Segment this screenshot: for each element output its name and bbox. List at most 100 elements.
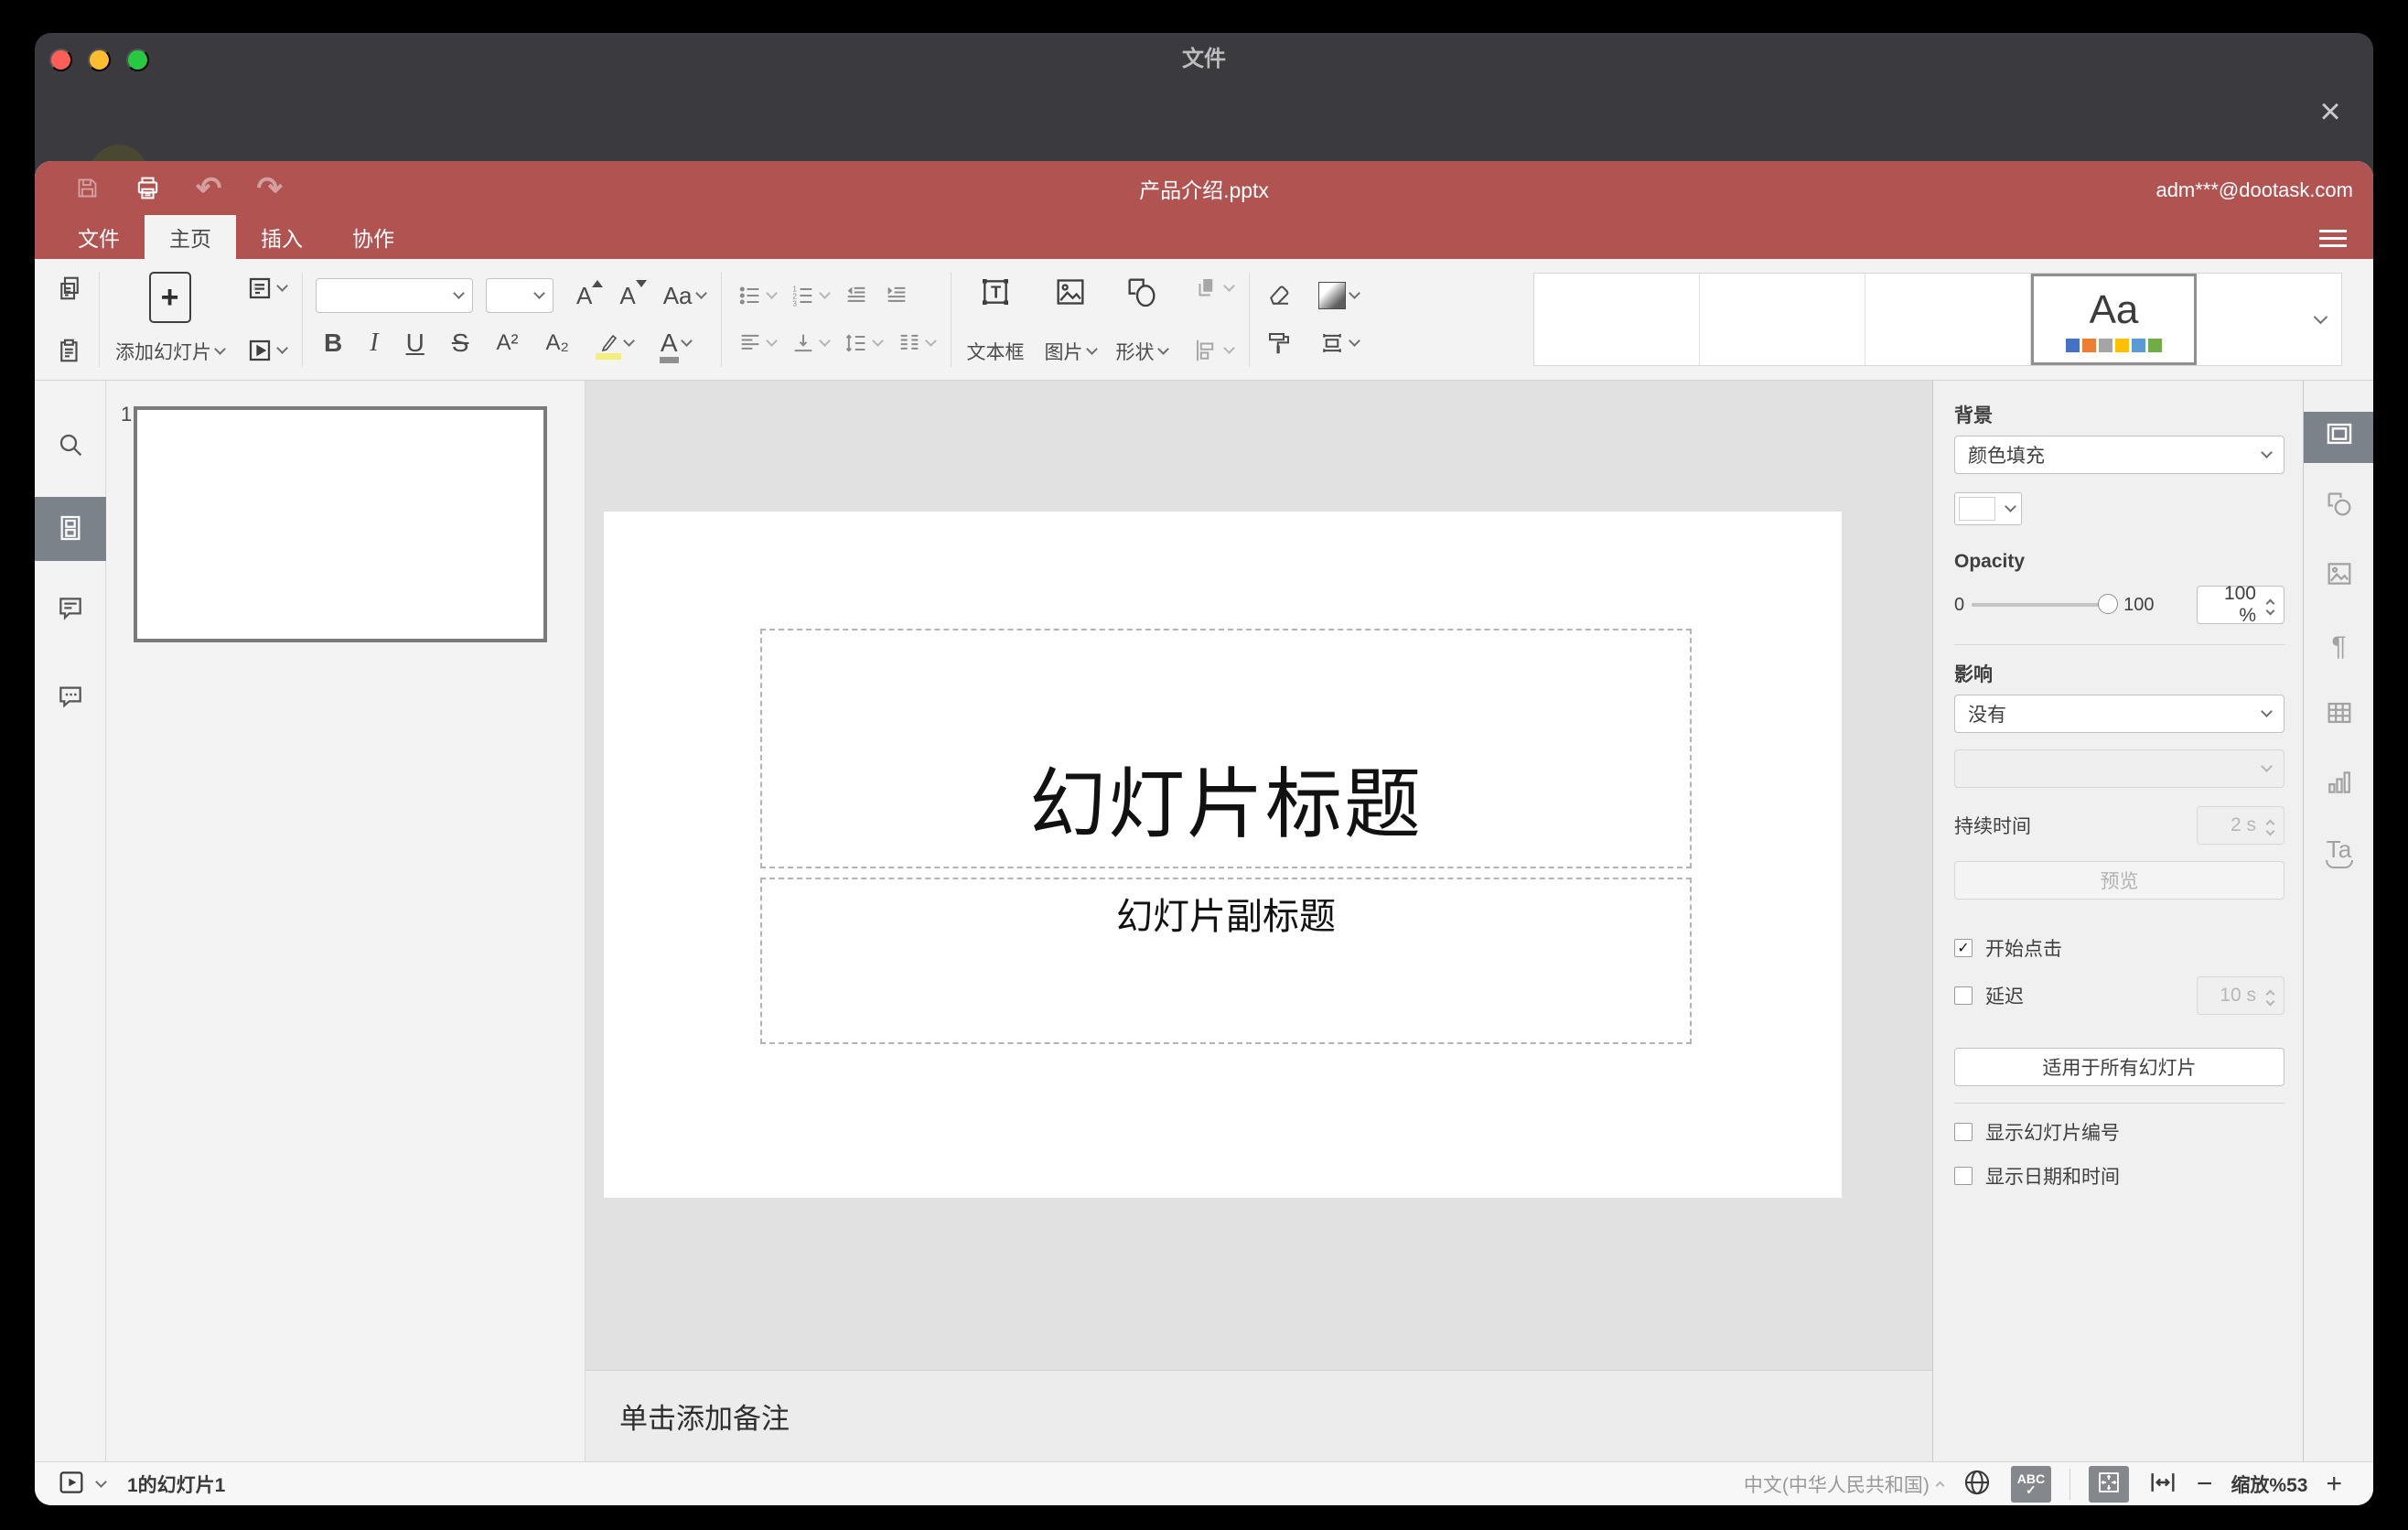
delay-checkbox[interactable] [1954,986,1973,1005]
slide-size-button[interactable] [1316,328,1361,359]
duration-spinner[interactable]: 2 s [2197,806,2284,845]
check-icon: ✓ [1957,941,1970,956]
decrease-indent-button[interactable] [841,281,872,310]
increase-indent-button[interactable] [881,281,912,310]
strikethrough-button[interactable]: S [449,327,472,360]
opacity-slider-thumb[interactable] [2098,594,2119,614]
theme-thumbnail[interactable] [2197,274,2299,365]
zoom-out-button[interactable]: − [2197,1470,2213,1498]
set-language-button[interactable] [1962,1467,1993,1501]
sidebar-item-table-settings[interactable] [2304,697,2373,736]
notes-area[interactable]: 单击添加备注 [586,1370,1932,1461]
font-color-button[interactable]: A [658,327,693,363]
slide-layout-button[interactable] [243,273,289,304]
tab-file[interactable]: 文件 [53,215,145,259]
language-selector[interactable]: 中文(中华人民共和国) [1744,1471,1945,1498]
insert-image-label-button[interactable]: 图片 [1042,336,1099,367]
theme-thumbnail-selected[interactable]: Aa [2031,274,2197,365]
sidebar-item-slides[interactable] [35,497,106,561]
sidebar-item-comments[interactable] [35,584,106,635]
show-date-checkbox[interactable] [1954,1167,1973,1185]
insert-shape-label-button[interactable]: 形状 [1113,336,1170,367]
slide-subtitle-placeholder[interactable]: 幻灯片副标题 [760,878,1692,1044]
chevron-down-icon [2265,826,2274,835]
start-slideshow-button[interactable] [243,335,289,366]
paragraph-icon: ¶ [2331,631,2347,662]
zoom-in-button[interactable]: + [2326,1470,2342,1498]
fit-slide-button[interactable] [2088,1465,2129,1503]
columns-button[interactable] [894,329,938,358]
horizontal-align-button[interactable] [735,329,779,358]
start-slideshow-statusbar-button[interactable] [57,1468,86,1500]
numbered-list-button[interactable]: 1 2 3 [788,281,832,310]
fit-width-button[interactable] [2147,1467,2178,1501]
effect-section-label: 影响 [1954,664,1993,685]
close-icon[interactable]: × [2309,88,2351,135]
start-on-click-checkbox[interactable]: ✓ [1954,939,1973,957]
align-shape-button[interactable] [1190,335,1236,366]
arrange-shape-button[interactable] [1190,273,1236,304]
tab-home[interactable]: 主页 [145,215,236,259]
redo-button[interactable]: ↷ [257,173,284,204]
superscript-button[interactable]: A² [493,329,521,358]
effect-type-select-disabled[interactable] [1954,749,2284,788]
highlight-color-button[interactable] [594,330,636,360]
tab-insert[interactable]: 插入 [236,215,328,259]
line-spacing-button[interactable] [841,329,885,358]
italic-button[interactable]: I [367,327,381,360]
sidebar-item-slide-settings[interactable] [2304,412,2373,463]
effect-select[interactable]: 没有 [1954,695,2284,733]
subscript-button[interactable]: A₂ [543,329,571,358]
paste-button[interactable] [53,335,86,366]
sidebar-item-search[interactable] [35,420,106,471]
preview-button[interactable]: 预览 [1954,861,2284,900]
insert-textbox-label-button[interactable]: 文本框 [964,336,1027,367]
insert-shape-button[interactable] [1121,272,1163,312]
background-color-swatch-button[interactable] [1954,492,2022,525]
slide-thumbnail-selected[interactable] [134,406,547,642]
slide-editing-area[interactable]: 幻灯片标题 幻灯片副标题 [604,512,1842,1198]
add-slide-menu-button[interactable]: 添加幻灯片 [113,336,227,367]
underline-button[interactable]: U [403,327,427,360]
add-slide-button[interactable]: + [148,272,191,323]
copy-style-button[interactable] [1263,328,1295,359]
shade-fill-button[interactable] [1316,280,1361,311]
theme-thumbnail[interactable] [1700,274,1865,365]
clear-style-button[interactable] [1263,280,1295,311]
copy-button[interactable] [53,273,86,304]
sidebar-item-textart-settings[interactable]: Ta [2304,835,2373,873]
show-slide-number-checkbox[interactable] [1954,1123,1973,1141]
slide-title-placeholder[interactable]: 幻灯片标题 [760,629,1692,868]
vertical-align-button[interactable] [788,329,832,358]
decrease-font-button[interactable]: A [617,279,647,312]
font-size-select[interactable] [486,278,554,313]
sidebar-item-image-settings[interactable] [2304,558,2373,597]
delay-spinner[interactable]: 10 s [2197,976,2284,1015]
bold-button[interactable]: B [321,327,345,360]
save-button[interactable] [75,176,100,200]
tab-collaboration[interactable]: 协作 [328,215,419,259]
spellcheck-button[interactable]: ABC ✓ [2010,1465,2051,1503]
hamburger-menu-icon[interactable] [2315,222,2351,253]
theme-thumbnail[interactable] [1865,274,2031,365]
insert-image-button[interactable] [1049,272,1091,312]
bullet-list-button[interactable] [735,281,779,310]
change-case-button[interactable]: Aa [661,280,708,312]
font-name-select[interactable] [316,278,473,313]
opacity-slider[interactable] [1972,594,2119,614]
increase-font-button[interactable]: A [574,279,604,312]
opacity-spinner[interactable]: 100 % [2197,583,2284,626]
sidebar-item-chat[interactable] [35,672,106,723]
sidebar-item-paragraph-settings[interactable]: ¶ [2304,628,2373,666]
print-button[interactable] [134,175,161,201]
home-toolbar: + 添加幻灯片 A A Aa B I U S A² A₂ A 1 2 3 T 文… [35,259,2373,381]
background-fill-select[interactable]: 颜色填充 [1954,436,2284,474]
sidebar-item-chart-settings[interactable] [2304,767,2373,805]
theme-gallery-expand-button[interactable] [2299,274,2341,365]
undo-button[interactable]: ↶ [196,173,222,204]
insert-textbox-button[interactable]: T [974,272,1016,312]
sidebar-item-shape-settings[interactable] [2304,489,2373,527]
theme-thumbnail[interactable] [1534,274,1700,365]
apply-to-all-slides-button[interactable]: 适用于所有幻灯片 [1954,1048,2284,1086]
chevron-down-icon [214,343,226,355]
